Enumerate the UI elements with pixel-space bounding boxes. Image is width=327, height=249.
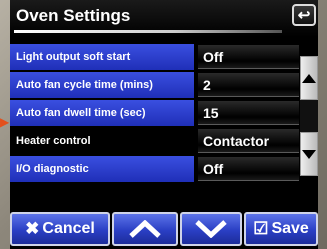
chevron-down-icon	[195, 220, 227, 238]
setting-row-auto-fan-cycle[interactable]: Auto fan cycle time (mins) 2	[10, 72, 300, 98]
setting-label: Light output soft start	[10, 44, 194, 70]
move-up-button[interactable]	[112, 212, 178, 246]
bottom-toolbar: ✖ Cancel ☑ Save	[10, 210, 318, 249]
setting-label: Auto fan cycle time (mins)	[10, 72, 194, 98]
cancel-button[interactable]: ✖ Cancel	[10, 212, 110, 246]
checkbox-icon: ☑	[253, 219, 269, 238]
scrollbar[interactable]	[300, 56, 318, 176]
title-underline	[14, 30, 282, 33]
page-title: Oven Settings	[16, 6, 131, 25]
save-label: Save	[271, 220, 309, 237]
back-button[interactable]: ↩	[292, 4, 316, 26]
title-bar: Oven Settings ↩	[10, 0, 318, 37]
cancel-label: Cancel	[42, 220, 95, 237]
setting-label: Heater control	[10, 128, 194, 154]
scroll-up-button[interactable]	[300, 56, 318, 100]
setting-value[interactable]: 15	[198, 101, 299, 125]
setting-row-io-diagnostic[interactable]: I/O diagnostic Off	[10, 156, 300, 182]
save-button[interactable]: ☑ Save	[244, 212, 318, 246]
x-icon: ✖	[25, 219, 40, 238]
scroll-track[interactable]	[300, 100, 318, 132]
move-down-button[interactable]	[180, 212, 242, 246]
setting-value[interactable]: 2	[198, 73, 299, 97]
setting-value[interactable]: Contactor	[198, 129, 299, 153]
setting-label: Auto fan dwell time (sec)	[10, 100, 194, 126]
triangle-up-icon	[302, 73, 316, 83]
device-screen: Oven Settings ↩ Light output soft start …	[10, 0, 318, 249]
triangle-down-icon	[302, 149, 316, 159]
chevron-up-icon	[129, 220, 161, 238]
setting-row-auto-fan-dwell[interactable]: Auto fan dwell time (sec) 15	[10, 100, 300, 126]
setting-label: I/O diagnostic	[10, 156, 194, 182]
scroll-down-button[interactable]	[300, 132, 318, 176]
setting-value[interactable]: Off	[198, 157, 299, 181]
setting-value[interactable]: Off	[198, 45, 299, 69]
setting-row-light-output[interactable]: Light output soft start Off	[10, 44, 300, 70]
back-arrow-icon: ↩	[297, 7, 311, 24]
setting-row-heater-control[interactable]: Heater control Contactor	[10, 128, 300, 154]
